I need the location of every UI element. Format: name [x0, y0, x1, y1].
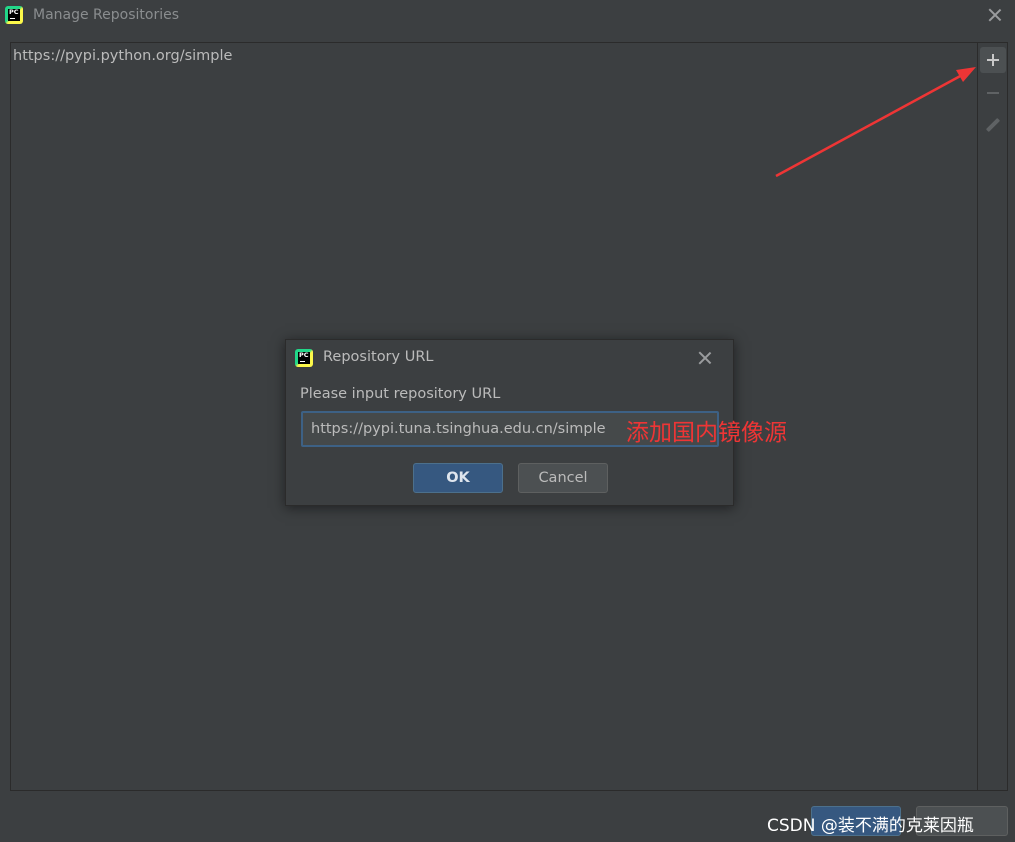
close-icon[interactable]	[697, 350, 713, 366]
ok-button[interactable]: OK	[413, 463, 503, 493]
dialog-title: Repository URL	[323, 349, 434, 365]
cancel-button[interactable]: Cancel	[518, 463, 608, 493]
dialog-prompt: Please input repository URL	[300, 386, 501, 402]
pycharm-logo-icon: PC	[295, 349, 313, 367]
watermark: CSDN @装不满的克莱因瓶	[767, 816, 974, 836]
annotation-text: 添加国内镜像源	[626, 420, 787, 446]
repository-url-dialog: PC Repository URL Please input repositor…	[285, 339, 787, 506]
